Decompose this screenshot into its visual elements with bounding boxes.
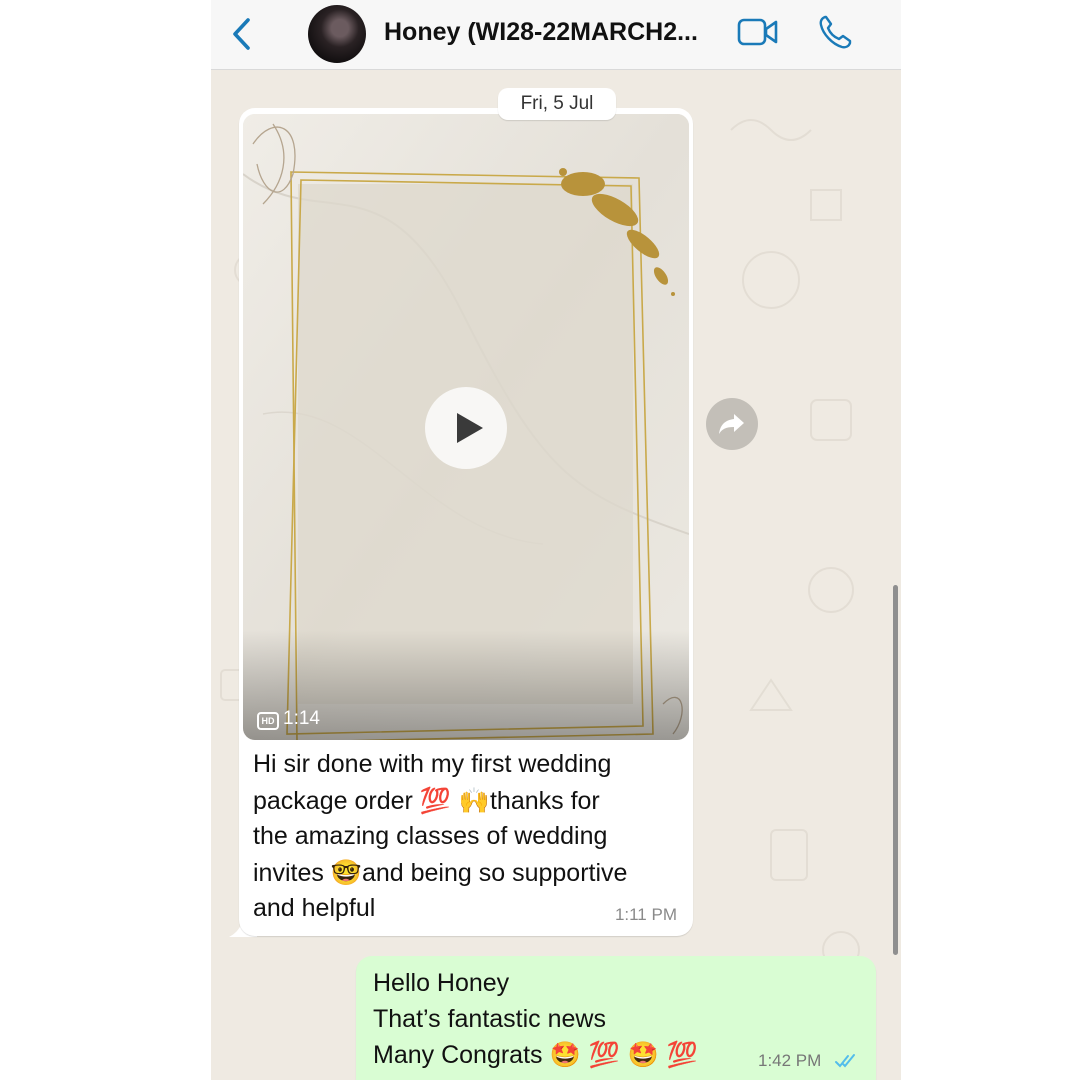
message-line: invites 🤓and being so supportive bbox=[253, 857, 628, 887]
emoji: 🤓 bbox=[330, 857, 362, 887]
contact-avatar[interactable] bbox=[308, 5, 366, 63]
outgoing-message-bubble[interactable]: Hello Honey That’s fantastic news Many C… bbox=[356, 956, 876, 1080]
message-line: the amazing classes of wedding bbox=[253, 822, 608, 850]
message-line: package order 💯 🙌thanks for bbox=[253, 785, 600, 815]
scrollbar[interactable] bbox=[893, 585, 898, 955]
message-line: Hello Honey bbox=[373, 969, 510, 997]
message-line: That’s fantastic news bbox=[373, 1004, 606, 1033]
contact-name[interactable]: Honey (WI28-22MARCH2... bbox=[384, 18, 698, 47]
emoji: 💯 🙌 bbox=[419, 785, 490, 815]
video-duration: 1:14 bbox=[283, 708, 320, 729]
forward-arrow-icon bbox=[719, 414, 744, 434]
chat-header: Honey (WI28-22MARCH2... bbox=[211, 0, 901, 70]
read-receipt-ticks-icon bbox=[835, 1054, 855, 1068]
play-icon bbox=[457, 413, 483, 443]
video-call-icon[interactable] bbox=[737, 16, 779, 48]
message-line: Hi sir done with my first wedding bbox=[253, 750, 612, 778]
incoming-message-text: Hi sir done with my first wedding packag… bbox=[253, 747, 683, 927]
incoming-message-bubble[interactable]: HD 1:14 Hi sir done with my first weddin… bbox=[239, 108, 693, 936]
outgoing-message-time: 1:42 PM bbox=[758, 1051, 822, 1070]
phone-screen: Honey (WI28-22MARCH2... Fri, 5 Jul HD 1:… bbox=[211, 0, 901, 1080]
message-line: Many Congrats 🤩 💯 🤩 💯 bbox=[373, 1040, 698, 1069]
forward-button[interactable] bbox=[706, 398, 758, 450]
hd-badge-icon: HD bbox=[257, 712, 279, 730]
play-button[interactable] bbox=[425, 387, 507, 469]
emoji: 🤩 💯 🤩 💯 bbox=[549, 1040, 698, 1069]
back-chevron-icon[interactable] bbox=[229, 16, 255, 52]
video-thumbnail[interactable]: HD 1:14 bbox=[243, 114, 689, 740]
incoming-message-time: 1:11 PM bbox=[614, 905, 677, 924]
date-separator: Fri, 5 Jul bbox=[498, 88, 616, 120]
voice-call-icon[interactable] bbox=[817, 14, 853, 50]
outgoing-message-text: Hello Honey That’s fantastic news Many C… bbox=[373, 966, 698, 1074]
